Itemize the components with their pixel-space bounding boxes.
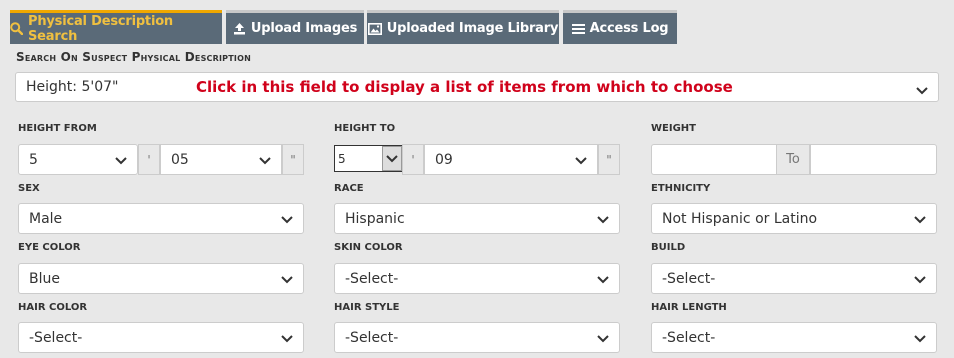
- tab-label: Access Log: [589, 21, 669, 36]
- chevron-down-icon: [575, 154, 587, 170]
- chevron-down-icon: [916, 81, 928, 100]
- search-field-hint: Click in this field to display a list of…: [196, 78, 733, 96]
- select-value: 5: [29, 151, 38, 168]
- search-field-value: Height: 5'07": [26, 79, 119, 95]
- select-value: 5: [338, 151, 346, 166]
- hair-style-select[interactable]: -Select-: [334, 322, 620, 353]
- tab-label: Upload Images: [250, 21, 358, 36]
- chevron-down-icon: [914, 273, 926, 289]
- tab-label: Physical Description Search: [28, 13, 173, 44]
- eye-color-select[interactable]: Blue: [18, 263, 304, 294]
- chevron-down-icon: [259, 154, 271, 170]
- dropdown-button[interactable]: [382, 146, 402, 171]
- chevron-down-icon: [281, 273, 293, 289]
- upload-icon: [233, 22, 246, 35]
- tab-uploaded-image-library[interactable]: Uploaded Image Library: [367, 10, 559, 44]
- physical-description-search-field[interactable]: Height: 5'07" Click in this field to dis…: [15, 72, 939, 102]
- weight-to-input[interactable]: [810, 144, 937, 175]
- eye-color-label: Eye Color: [18, 242, 81, 253]
- search-icon: [10, 22, 23, 35]
- weight-label: Weight: [651, 123, 696, 134]
- chevron-down-icon: [281, 332, 293, 348]
- ethnicity-select[interactable]: Not Hispanic or Latino: [651, 203, 937, 234]
- skin-color-label: Skin Color: [334, 242, 403, 253]
- select-value: -Select-: [662, 270, 716, 287]
- feet-unit-addon: ': [138, 144, 160, 175]
- chevron-down-icon: [914, 332, 926, 348]
- chevron-down-icon: [597, 213, 609, 229]
- sex-select[interactable]: Male: [18, 203, 304, 234]
- hair-color-select[interactable]: -Select-: [18, 322, 304, 353]
- chevron-down-icon: [914, 213, 926, 229]
- race-label: Race: [334, 183, 364, 194]
- list-icon: [571, 23, 585, 35]
- sex-label: Sex: [18, 183, 40, 194]
- select-value: Male: [29, 210, 63, 227]
- select-value: Blue: [29, 270, 60, 287]
- chevron-down-icon: [597, 332, 609, 348]
- select-value: -Select-: [29, 329, 83, 346]
- weight-to-separator: To: [776, 144, 810, 175]
- feet-unit-addon: ': [402, 144, 424, 175]
- select-value: Not Hispanic or Latino: [662, 210, 818, 227]
- hair-style-label: Hair Style: [334, 302, 400, 313]
- height-from-inches-select[interactable]: 05: [160, 144, 282, 175]
- height-from-label: Height From: [18, 123, 97, 134]
- ethnicity-label: Ethnicity: [651, 183, 711, 194]
- select-value: -Select-: [345, 329, 399, 346]
- section-title: Search On Suspect Physical Description: [16, 50, 251, 64]
- tab-access-log[interactable]: Access Log: [563, 10, 677, 44]
- select-value: 05: [171, 151, 189, 168]
- select-value: -Select-: [345, 270, 399, 287]
- chevron-down-icon: [281, 213, 293, 229]
- inches-unit-addon: ": [598, 144, 620, 175]
- hair-length-label: Hair Length: [651, 302, 727, 313]
- weight-from-input[interactable]: [651, 144, 777, 175]
- select-value: Hispanic: [345, 210, 405, 227]
- chevron-down-icon: [597, 273, 609, 289]
- hair-length-select[interactable]: -Select-: [651, 322, 937, 353]
- height-to-inches-select[interactable]: 09: [424, 144, 598, 175]
- tab-label: Uploaded Image Library: [386, 21, 559, 36]
- image-icon: [367, 22, 382, 35]
- chevron-down-icon: [115, 154, 127, 170]
- build-select[interactable]: -Select-: [651, 263, 937, 294]
- chevron-down-icon: [386, 154, 398, 162]
- inches-unit-addon: ": [282, 144, 304, 175]
- tab-physical-description-search[interactable]: Physical Description Search: [10, 10, 222, 44]
- select-value: -Select-: [662, 329, 716, 346]
- height-from-feet-select[interactable]: 5: [18, 144, 138, 175]
- height-to-label: Height To: [334, 123, 396, 134]
- race-select[interactable]: Hispanic: [334, 203, 620, 234]
- skin-color-select[interactable]: -Select-: [334, 263, 620, 294]
- build-label: Build: [651, 242, 686, 253]
- tab-upload-images[interactable]: Upload Images: [226, 10, 364, 44]
- hair-color-label: Hair Color: [18, 302, 88, 313]
- select-value: 09: [435, 151, 453, 168]
